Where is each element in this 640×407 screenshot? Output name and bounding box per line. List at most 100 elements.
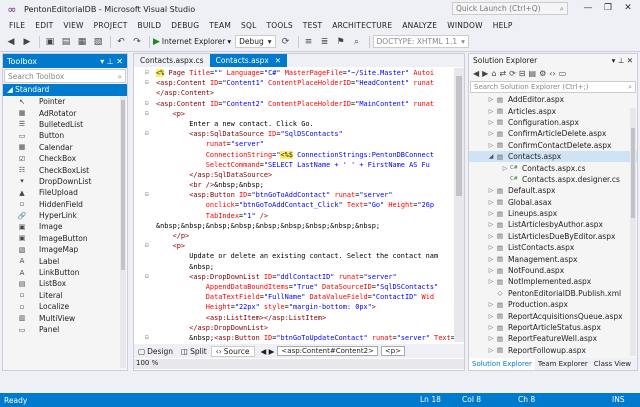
solution-item-reportacquisitionsqueue-aspx[interactable]: ▷ ▤ ReportAcquisitionsQueue.aspx xyxy=(469,310,637,321)
solution-item-listcontacts-aspx[interactable]: ▷ ▤ ListContacts.aspx xyxy=(469,242,637,253)
expand-arrow-icon[interactable]: ▷ xyxy=(487,199,495,206)
undo-icon[interactable]: ↶ xyxy=(114,35,128,49)
pin-and-close-icons[interactable]: ▾ ⊥ ✕ xyxy=(612,56,633,65)
minimize-button[interactable]: — xyxy=(578,0,598,16)
refresh-icon[interactable]: ⟳ xyxy=(509,69,516,78)
expand-arrow-icon[interactable]: ▷ xyxy=(487,96,495,103)
toolbox-item-imagemap[interactable]: ▧ ImageMap xyxy=(3,244,127,255)
scroll-thumb[interactable] xyxy=(456,76,462,196)
menu-item-view[interactable]: VIEW xyxy=(58,21,88,30)
fold-toggle-icon[interactable]: ⊟ xyxy=(145,109,149,119)
back-icon[interactable]: ◀ xyxy=(473,69,479,78)
breadcrumb-item[interactable]: <p> xyxy=(380,346,406,356)
menu-item-sql[interactable]: SQL xyxy=(236,21,261,30)
menu-item-edit[interactable]: EDIT xyxy=(30,21,58,30)
home-icon[interactable]: ⌂ xyxy=(491,69,496,78)
breadcrumb-nav-icons[interactable]: ◀ ▶ xyxy=(261,347,275,356)
redo-icon[interactable]: ↷ xyxy=(130,35,144,49)
tab-contacts-aspx-cs[interactable]: Contacts.aspx.cs xyxy=(134,54,210,67)
toolbox-item-panel[interactable]: ▭ Panel xyxy=(3,324,127,335)
scroll-thumb[interactable] xyxy=(631,128,635,218)
tab-contacts-aspx[interactable]: Contacts.aspx ✕ xyxy=(209,54,288,67)
expand-arrow-icon[interactable]: ▷ xyxy=(487,221,495,228)
expand-arrow-icon[interactable]: ▷ xyxy=(487,210,495,217)
solution-item-contacts-aspx-designer-cs[interactable]: C# Contacts.aspx.designer.cs xyxy=(469,174,637,185)
fold-toggle-icon[interactable]: ⊟ xyxy=(145,333,149,342)
toolbox-item-hyperlink[interactable]: 🔗 HyperLink xyxy=(3,210,127,221)
expand-arrow-icon[interactable]: ◢ xyxy=(487,153,495,160)
menu-item-analyze[interactable]: ANALYZE xyxy=(397,21,442,30)
forward-icon[interactable]: ▶ xyxy=(20,35,34,49)
expand-arrow-icon[interactable]: ▷ xyxy=(501,165,509,172)
uncomment-icon[interactable]: ≣ xyxy=(318,35,332,49)
tab-team-explorer[interactable]: Team Explorer xyxy=(535,358,591,370)
solution-item-configuration-aspx[interactable]: ▷ ▤ Configuration.aspx xyxy=(469,117,637,128)
solution-item-reportfeaturewell-aspx[interactable]: ▷ ▤ ReportFeatureWell.aspx xyxy=(469,333,637,344)
toolbox-search-input[interactable]: Search Toolbox ⌕ xyxy=(4,69,126,83)
maximize-button[interactable]: ❐ xyxy=(598,0,618,16)
bookmark-icon[interactable]: ⚑ xyxy=(334,35,348,49)
fold-toggle-icon[interactable]: ⊟ xyxy=(145,68,149,78)
menu-item-team[interactable]: TEAM xyxy=(204,21,236,30)
toolbox-item-imagebutton[interactable]: ▣ ImageButton xyxy=(3,233,127,244)
solution-item-production-aspx[interactable]: ▷ ▤ Production.aspx xyxy=(469,299,637,310)
fold-toggle-icon[interactable]: ⊟ xyxy=(145,272,149,282)
menu-item-architecture[interactable]: ARCHITECTURE xyxy=(327,21,397,30)
solution-item-pentoneditorialdb-publish-xml[interactable]: ◇ PentonEditorialDB.Publish.xml xyxy=(469,288,637,299)
sync-icon[interactable]: ⇄ xyxy=(499,69,506,78)
expand-arrow-icon[interactable]: ▷ xyxy=(487,130,495,137)
toolbox-item-linkbutton[interactable]: A LinkButton xyxy=(3,267,127,278)
solution-scrollbar[interactable] xyxy=(630,108,636,356)
solution-item-default-aspx[interactable]: ▷ ▤ Default.aspx xyxy=(469,185,637,196)
fold-toggle-icon[interactable]: ⊟ xyxy=(145,99,149,109)
menu-item-help[interactable]: HELP xyxy=(488,21,518,30)
toolbox-item-fileupload[interactable]: ▲ FileUpload xyxy=(3,187,127,198)
toolbox-item-dropdownlist[interactable]: ▾ DropDownList xyxy=(3,176,127,187)
solution-item-notimplemented-aspx[interactable]: ▷ ▤ NotImplemented.aspx xyxy=(469,276,637,287)
expand-arrow-icon[interactable]: ▷ xyxy=(487,256,495,263)
tab-class-view[interactable]: Class View xyxy=(591,358,634,370)
solution-item-listarticlesbyauthor-aspx[interactable]: ▷ ▤ ListArticlesbyAuthor.aspx xyxy=(469,219,637,230)
solution-item-lineups-aspx[interactable]: ▷ ▤ Lineups.aspx xyxy=(469,208,637,219)
toolbox-item-multiview[interactable]: ▥ MultiView xyxy=(3,312,127,323)
breadcrumb-item[interactable]: <asp:Content#Content2> xyxy=(277,346,378,356)
start-debugging-button[interactable]: ▶ Internet Explorer ▾ xyxy=(153,37,231,47)
expand-arrow-icon[interactable]: ▷ xyxy=(487,244,495,251)
toolbox-item-bulletedlist[interactable]: ☰ BulletedList xyxy=(3,119,127,130)
save-all-icon[interactable]: ▧ xyxy=(91,35,105,49)
collapse-all-icon[interactable]: ⊟ xyxy=(519,69,526,78)
doctype-dropdown[interactable]: DOCTYPE: XHTML 1.1 ▾ xyxy=(372,35,469,48)
toolbox-scrollbar[interactable] xyxy=(120,96,126,368)
comment-icon[interactable]: ≡ xyxy=(302,35,316,49)
quick-launch-input[interactable]: Quick Launch (Ctrl+Q) ⌕ xyxy=(452,2,568,15)
scroll-thumb[interactable] xyxy=(121,100,125,270)
expand-arrow-icon[interactable]: ▷ xyxy=(487,347,495,354)
solution-item-articles-aspx[interactable]: ▷ ▤ Articles.aspx xyxy=(469,105,637,116)
toolbox-item-checkboxlist[interactable]: ☷ CheckBoxList xyxy=(3,164,127,175)
refresh-icon[interactable]: ⟳ xyxy=(279,35,293,49)
expand-arrow-icon[interactable]: ▷ xyxy=(487,187,495,194)
close-icon[interactable]: ✕ xyxy=(275,56,281,65)
view-designer-icon[interactable]: ▭ xyxy=(559,69,567,78)
expand-arrow-icon[interactable]: ▷ xyxy=(487,335,495,342)
toolbox-item-button[interactable]: ▭ Button xyxy=(3,130,127,141)
expand-arrow-icon[interactable]: ▷ xyxy=(487,301,495,308)
show-all-files-icon[interactable]: ▤ xyxy=(529,69,537,78)
solution-item-notfound-aspx[interactable]: ▷ ▤ NotFound.aspx xyxy=(469,265,637,276)
new-project-icon[interactable]: ▣ xyxy=(43,35,57,49)
expand-arrow-icon[interactable]: ▷ xyxy=(487,142,495,149)
expand-arrow-icon[interactable]: ▷ xyxy=(487,278,495,285)
solution-item-global-asax[interactable]: ▷ ▤ Global.asax xyxy=(469,197,637,208)
expand-arrow-icon[interactable]: ▷ xyxy=(487,233,495,240)
editor-vertical-scrollbar[interactable] xyxy=(454,68,464,342)
code-area[interactable]: ⊟ <% Page Title="" Language="C#" MasterPa… xyxy=(134,68,454,342)
menu-item-project[interactable]: PROJECT xyxy=(89,21,133,30)
view-split-button[interactable]: ◫ Split xyxy=(177,347,211,356)
toolbox-item-literal[interactable]: ▫ Literal xyxy=(3,290,127,301)
back-icon[interactable]: ◀ xyxy=(4,35,18,49)
solution-item-reportarticlestatus-aspx[interactable]: ▷ ▤ ReportArticleStatus.aspx xyxy=(469,322,637,333)
solution-item-confirmcontactdelete-aspx[interactable]: ▷ ▤ ConfirmContactDelete.aspx xyxy=(469,140,637,151)
solution-item-contacts-aspx[interactable]: ◢ ▤ Contacts.aspx xyxy=(469,150,637,163)
close-button[interactable]: ✕ xyxy=(618,0,638,16)
solution-item-confirmarticledelete-aspx[interactable]: ▷ ▤ ConfirmArticleDelete.aspx xyxy=(469,128,637,139)
